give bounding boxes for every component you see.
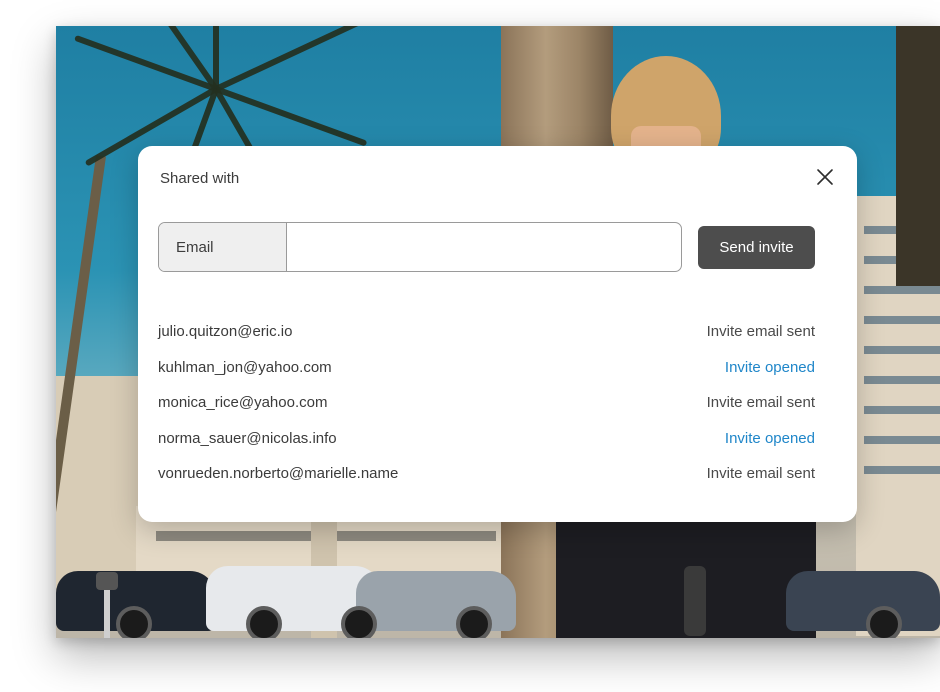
- close-button[interactable]: [812, 164, 838, 190]
- email-label: Email: [159, 223, 287, 271]
- dialog-title: Shared with: [160, 170, 240, 187]
- invite-list: julio.quitzon@eric.io Invite email sent …: [158, 314, 815, 492]
- invite-status: Invite email sent: [706, 394, 815, 412]
- close-icon: [817, 169, 833, 185]
- stage: Shared with Email Send invite julio.quit…: [0, 0, 940, 692]
- invite-email: norma_sauer@nicolas.info: [158, 429, 337, 447]
- invite-status: Invite email sent: [706, 465, 815, 483]
- invite-email: monica_rice@yahoo.com: [158, 394, 328, 412]
- send-invite-button[interactable]: Send invite: [698, 226, 815, 269]
- email-input-group: Email: [158, 222, 682, 272]
- invite-row: kuhlman_jon@yahoo.com Invite opened: [158, 350, 815, 386]
- invite-email: julio.quitzon@eric.io: [158, 323, 293, 341]
- invite-email: vonrueden.norberto@marielle.name: [158, 465, 399, 483]
- invite-status: Invite opened: [724, 358, 815, 376]
- share-dialog: Shared with Email Send invite julio.quit…: [138, 146, 857, 522]
- invite-row: monica_rice@yahoo.com Invite email sent: [158, 385, 815, 421]
- email-input[interactable]: [287, 223, 681, 271]
- invite-email: kuhlman_jon@yahoo.com: [158, 358, 332, 376]
- invite-status: Invite email sent: [706, 323, 815, 341]
- invite-row: norma_sauer@nicolas.info Invite opened: [158, 421, 815, 457]
- invite-status: Invite opened: [724, 429, 815, 447]
- invite-row: vonrueden.norberto@marielle.name Invite …: [158, 456, 815, 492]
- invite-row: julio.quitzon@eric.io Invite email sent: [158, 314, 815, 350]
